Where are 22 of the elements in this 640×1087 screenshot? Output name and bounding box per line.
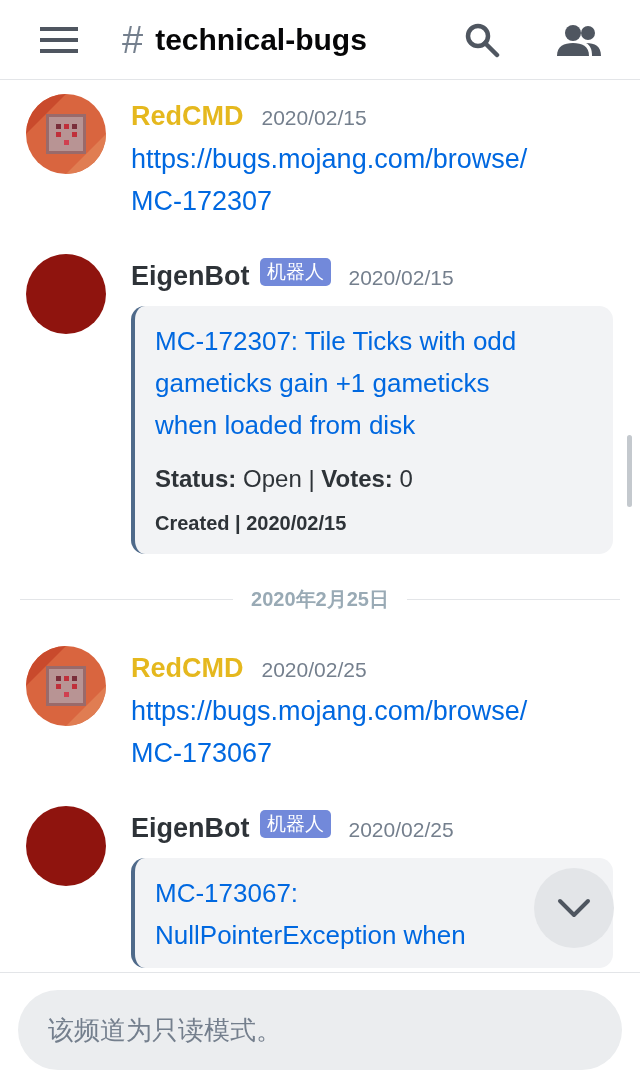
- timestamp: 2020/02/25: [261, 657, 367, 684]
- embed-fields: Status: Open | Votes: 0: [155, 458, 593, 500]
- search-icon[interactable]: [464, 21, 500, 58]
- embed-title-link[interactable]: MC-172307: Tile Ticks with odd gameticks gain +1 gameticks when loaded from disk: [155, 320, 529, 446]
- author-name[interactable]: EigenBot: [131, 255, 250, 297]
- chevron-down-icon: [557, 898, 591, 918]
- timestamp: 2020/02/15: [261, 105, 367, 132]
- members-icon[interactable]: [556, 23, 602, 56]
- bot-tag: 机器人: [259, 258, 331, 286]
- date-divider: 2020年2月25日: [250, 587, 390, 612]
- author-name[interactable]: EigenBot: [131, 807, 250, 849]
- bot-tag: 机器人: [259, 810, 331, 838]
- embed-title-link[interactable]: MC-173067: NullPointerException when: [155, 872, 529, 956]
- channel-hash: #: [122, 20, 144, 59]
- timestamp: 2020/02/15: [348, 265, 454, 292]
- channel-title: technical-bugs: [155, 22, 367, 58]
- scrollbar-thumb[interactable]: [627, 435, 632, 507]
- menu-icon[interactable]: [40, 26, 78, 53]
- timestamp: 2020/02/25: [348, 817, 454, 844]
- embed-footer: Created | 2020/02/15: [155, 504, 593, 542]
- message-link[interactable]: https://bugs.mojang.com/browse/MC-173067: [131, 690, 601, 774]
- message-link[interactable]: https://bugs.mojang.com/browse/MC-172307: [131, 138, 601, 222]
